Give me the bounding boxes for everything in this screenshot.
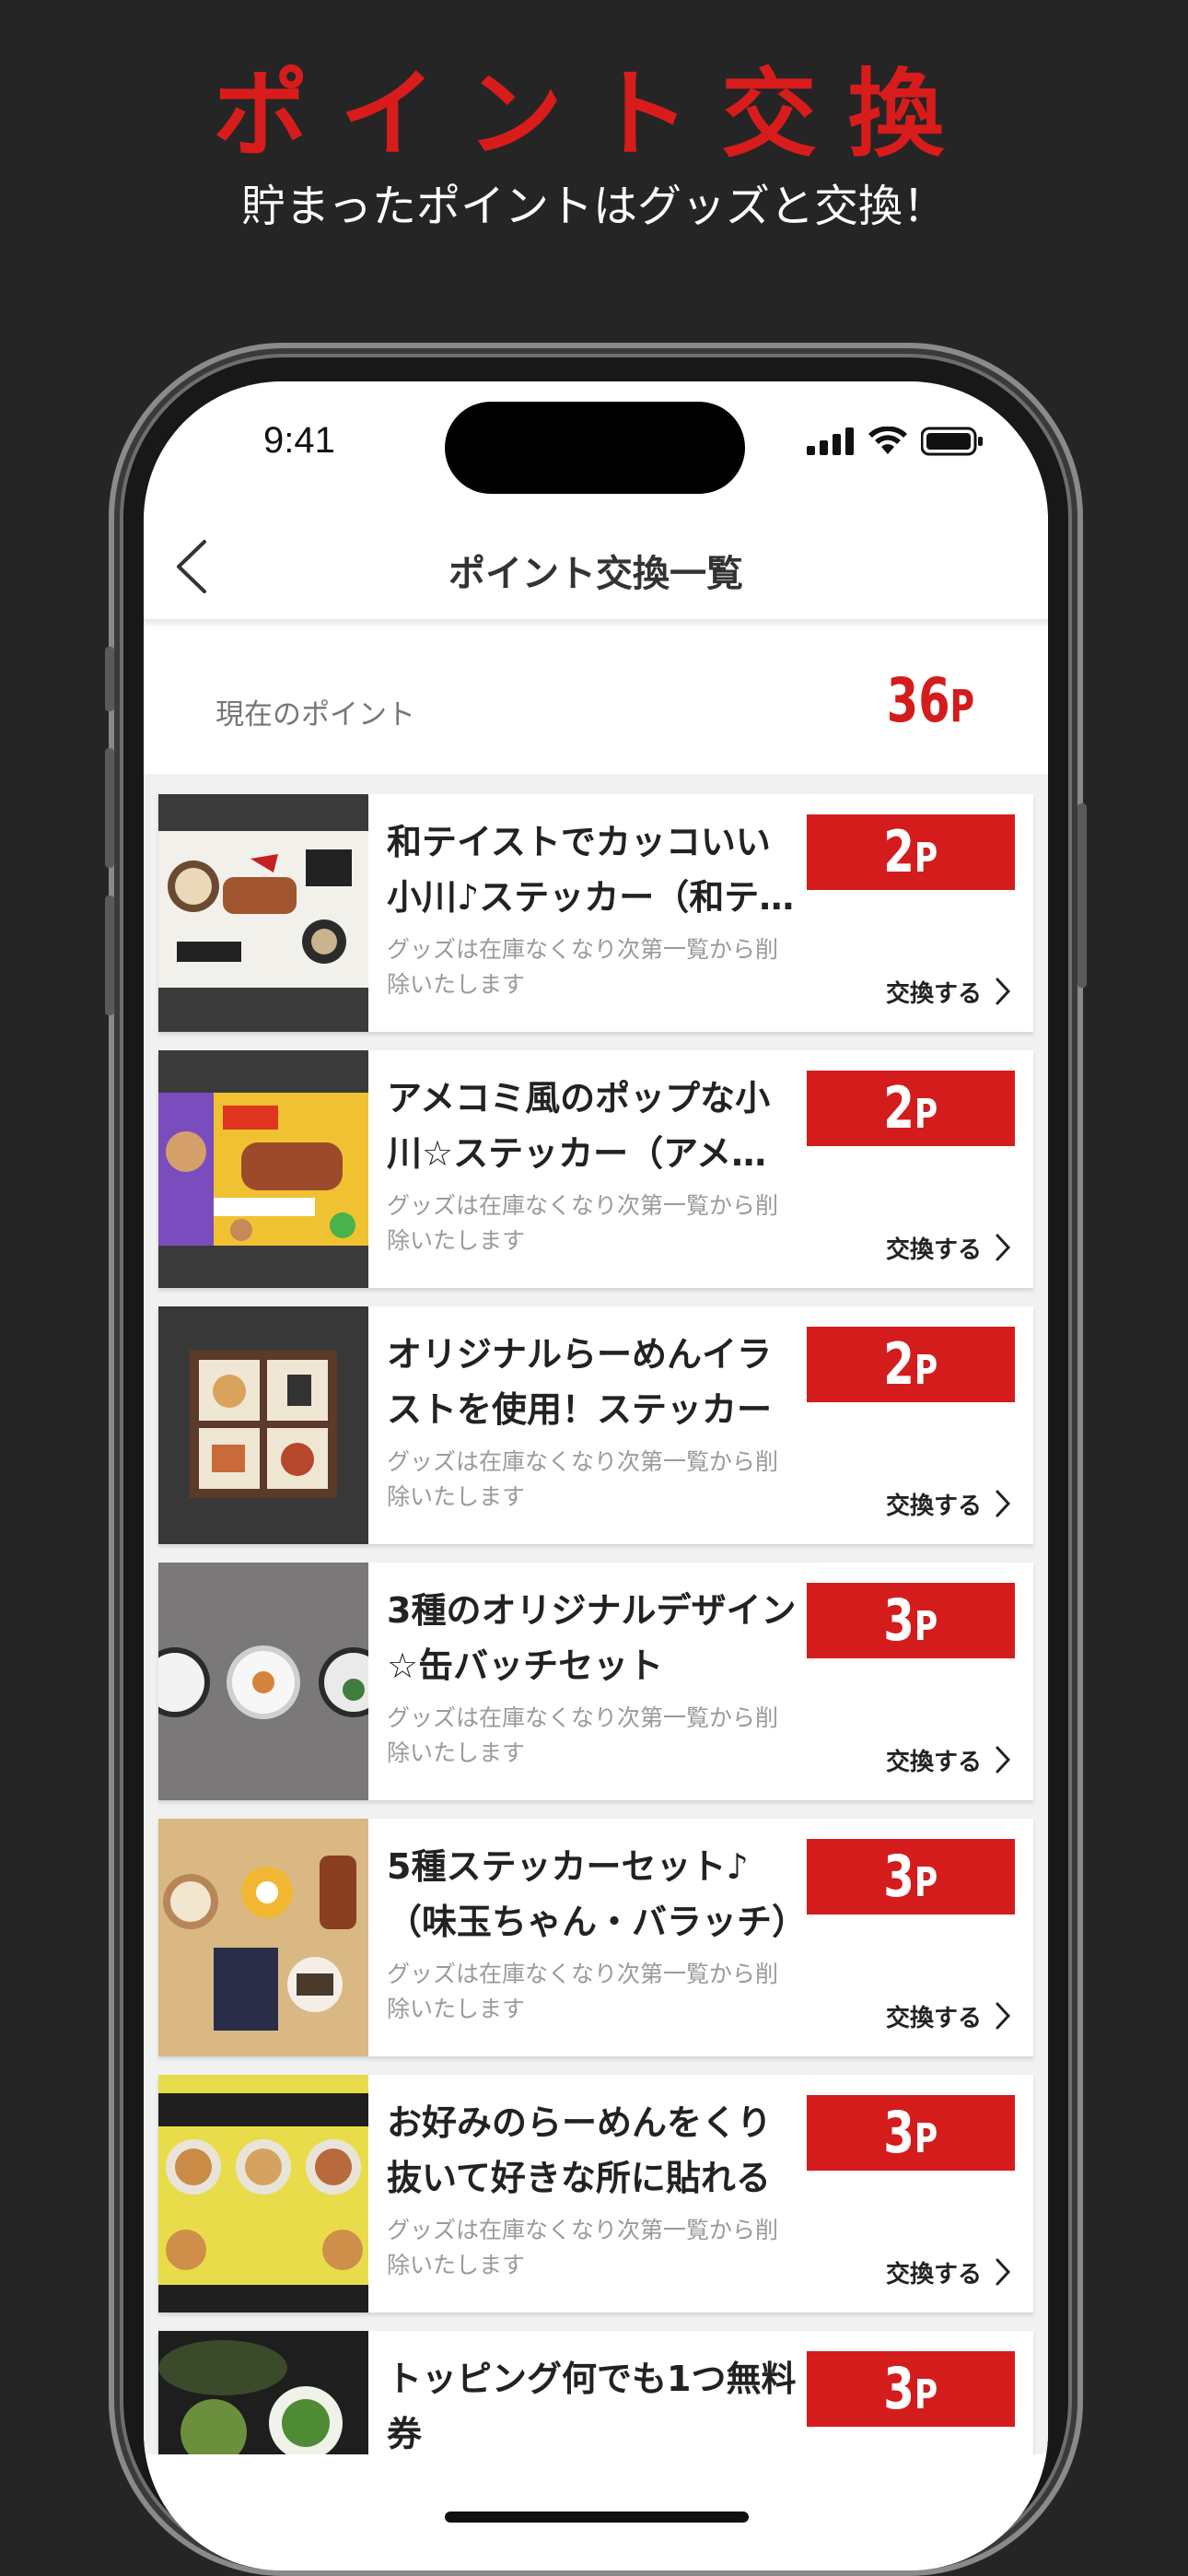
phone-screen: 9:41 ポイント交換一覧 現在のポイント 36P 和テイストでカッコいい小川♪… (144, 381, 1048, 2570)
side-button (105, 748, 114, 868)
exchange-button[interactable]: 交換する (886, 2254, 1011, 2290)
exchange-button[interactable]: 交換する (886, 1741, 1011, 1778)
cost-number: 2 (883, 1074, 915, 1142)
cost-badge: 2P (807, 1327, 1015, 1402)
cost-badge: 2P (807, 1071, 1015, 1146)
side-button (105, 896, 114, 1015)
status-time: 9:41 (263, 420, 335, 461)
exchange-label: 交換する (885, 2260, 982, 2289)
side-button (1077, 803, 1087, 988)
item-note: グッズは在庫なくなり次第一覧から削除いたします (387, 1961, 779, 2022)
chevron-right-icon (996, 978, 1011, 1005)
item-title: アメコミ風のポップな小川☆ステッカー（アメコミ風） (387, 1078, 771, 1174)
exchange-list: 和テイストでカッコいい小川♪ステッカー（和テイスト） 2P グッズは在庫なくなり… (144, 774, 1048, 2570)
battery-icon (921, 427, 983, 456)
sticker-ramen-image (158, 1306, 368, 1544)
sticker-comic-image (158, 1050, 368, 1288)
cost-badge: 3P (807, 1583, 1015, 1658)
cost-unit: P (914, 1859, 938, 1906)
exchange-button[interactable]: 交換する (886, 973, 1011, 1010)
home-indicator[interactable] (445, 2512, 749, 2523)
side-button (105, 647, 114, 711)
exchange-button[interactable]: 交換する (886, 1229, 1011, 1266)
item-title: 5種ステッカーセット♪（味玉ちゃん・バラッチ） (387, 1846, 801, 1942)
item-note: グッズは在庫なくなり次第一覧から削除いたします (387, 936, 779, 998)
item-note: グッズは在庫なくなり次第一覧から削除いたします (387, 2217, 779, 2278)
points-number: 36 (886, 665, 950, 736)
list-item[interactable]: 和テイストでカッコいい小川♪ステッカー（和テイスト） 2P グッズは在庫なくなり… (158, 794, 1033, 1032)
cost-unit: P (914, 1091, 938, 1138)
sticker-set-image (158, 1819, 368, 2056)
list-item[interactable]: 3種のオリジナルデザイン☆缶バッチセット 3P グッズは在庫なくなり次第一覧から… (158, 1563, 1033, 1800)
ramen-cutout-image (158, 2075, 368, 2313)
cost-unit: P (914, 835, 938, 882)
status-bar: 9:41 (144, 381, 1048, 529)
points-value: 36P (887, 665, 974, 736)
badge-set-image (158, 1563, 368, 1800)
page-title: ポイント交換一覧 (448, 553, 743, 595)
list-item[interactable]: お好みのらーめんをくり抜いて好きな所に貼れる 3P グッズは在庫なくなり次第一覧… (158, 2075, 1033, 2313)
chevron-right-icon (996, 2258, 1011, 2286)
exchange-button[interactable]: 交換する (886, 1997, 1011, 2034)
item-title: オリジナルらーめんイラストを使用！ステッカー (387, 1334, 773, 1430)
navigation-bar: ポイント交換一覧 (144, 514, 1048, 619)
chevron-right-icon (996, 1490, 1011, 1517)
cost-badge: 3P (807, 2351, 1015, 2427)
points-unit: P (949, 681, 974, 732)
cost-number: 3 (883, 2355, 915, 2422)
nav-divider (144, 619, 1048, 626)
cost-number: 3 (883, 1843, 915, 1910)
cost-badge: 3P (807, 1839, 1015, 1914)
cost-number: 3 (883, 1587, 915, 1654)
item-note: グッズは在庫なくなり次第一覧から削除いたします (387, 1704, 779, 1766)
exchange-label: 交換する (885, 1748, 982, 1776)
cost-badge: 3P (807, 2095, 1015, 2171)
item-title: 和テイストでカッコいい小川♪ステッカー（和テイスト） (387, 822, 795, 918)
chevron-right-icon (996, 1234, 1011, 1261)
exchange-label: 交換する (885, 979, 982, 1008)
wifi-icon (868, 427, 907, 454)
cost-number: 2 (883, 1330, 915, 1398)
list-item[interactable]: 5種ステッカーセット♪（味玉ちゃん・バラッチ） 3P グッズは在庫なくなり次第一… (158, 1819, 1033, 2056)
item-note: グッズは在庫なくなり次第一覧から削除いたします (387, 1192, 779, 1254)
promo-title: ポイント交換 (212, 57, 975, 170)
cost-badge: 2P (807, 814, 1015, 890)
chevron-right-icon (996, 1746, 1011, 1774)
exchange-label: 交換する (885, 1492, 982, 1520)
item-title: 3種のオリジナルデザイン☆缶バッチセット (387, 1590, 797, 1686)
phone-frame: 9:41 ポイント交換一覧 現在のポイント 36P 和テイストでカッコいい小川♪… (105, 343, 1087, 2576)
chevron-right-icon (996, 2002, 1011, 2030)
item-note: グッズは在庫なくなり次第一覧から削除いたします (387, 1448, 779, 1510)
signal-icon (807, 427, 854, 455)
list-item[interactable]: オリジナルらーめんイラストを使用！ステッカー 2P グッズは在庫なくなり次第一覧… (158, 1306, 1033, 1544)
cost-number: 3 (883, 2099, 915, 2166)
cost-number: 2 (883, 818, 915, 885)
exchange-label: 交換する (885, 1235, 982, 1264)
list-item[interactable]: アメコミ風のポップな小川☆ステッカー（アメコミ風） 2P グッズは在庫なくなり次… (158, 1050, 1033, 1288)
exchange-label: 交換する (885, 2004, 982, 2032)
cost-unit: P (914, 1347, 938, 1394)
item-title: トッピング何でも1つ無料券 (387, 2359, 797, 2454)
item-title: お好みのらーめんをくり抜いて好きな所に貼れる (387, 2102, 773, 2198)
points-label: 現在のポイント (215, 698, 415, 732)
cost-unit: P (914, 2115, 938, 2162)
dynamic-island (445, 402, 745, 494)
cost-unit: P (914, 2371, 938, 2418)
sticker-wa-image (158, 794, 368, 1032)
exchange-button[interactable]: 交換する (886, 1485, 1011, 1522)
current-points-panel: 現在のポイント 36P (144, 626, 1048, 774)
cost-unit: P (914, 1603, 938, 1650)
promo-subtitle: 貯まったポイントはグッズと交換！ (240, 181, 948, 232)
